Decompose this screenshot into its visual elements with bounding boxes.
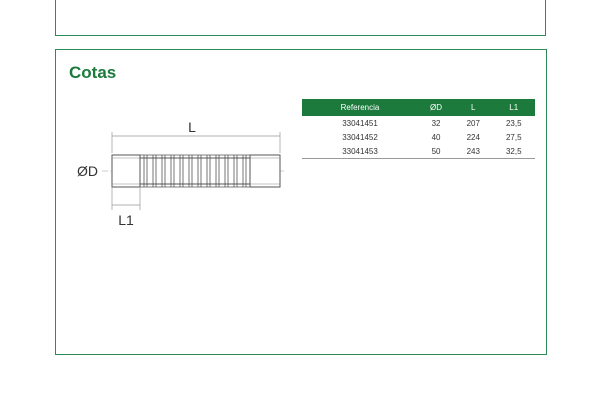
dimensions-table: Referencia ØD L L1 33041451 32 207 23,5 … <box>302 99 535 159</box>
table-row: 33041452 40 224 27,5 <box>302 130 535 144</box>
cell-l1: 32,5 <box>492 144 535 159</box>
previous-section-panel <box>55 0 546 36</box>
header-l1: L1 <box>492 99 535 116</box>
cell-referencia: 33041452 <box>342 132 378 142</box>
label-L1: L1 <box>118 212 134 228</box>
table-header-row: Referencia ØD L L1 <box>302 99 535 116</box>
header-diameter: ØD <box>418 99 455 116</box>
cell-l1: 23,5 <box>505 118 522 128</box>
cell-diameter: 32 <box>431 118 441 128</box>
cell-length: 243 <box>454 144 493 159</box>
cell-diameter: 50 <box>418 144 455 159</box>
cell-l1: 27,5 <box>505 132 522 142</box>
table-row: 33041451 32 207 23,5 <box>302 116 535 130</box>
label-D: ØD <box>77 163 98 179</box>
cell-length: 224 <box>466 132 480 142</box>
header-length: L <box>454 99 493 116</box>
label-L: L <box>188 119 196 135</box>
cell-length: 207 <box>466 118 480 128</box>
cell-referencia: 33041451 <box>342 118 378 128</box>
header-referencia: Referencia <box>302 99 418 116</box>
pipe-dimension-drawing: L ØD L1 <box>77 119 286 228</box>
table-row: 33041453 50 243 32,5 <box>302 144 535 159</box>
section-title: Cotas <box>69 63 117 82</box>
dimensions-panel: Cotas L ØD L1 Referencia ØD L L1 3304145… <box>55 49 547 355</box>
cell-referencia: 33041453 <box>302 144 418 159</box>
cell-diameter: 40 <box>431 132 441 142</box>
